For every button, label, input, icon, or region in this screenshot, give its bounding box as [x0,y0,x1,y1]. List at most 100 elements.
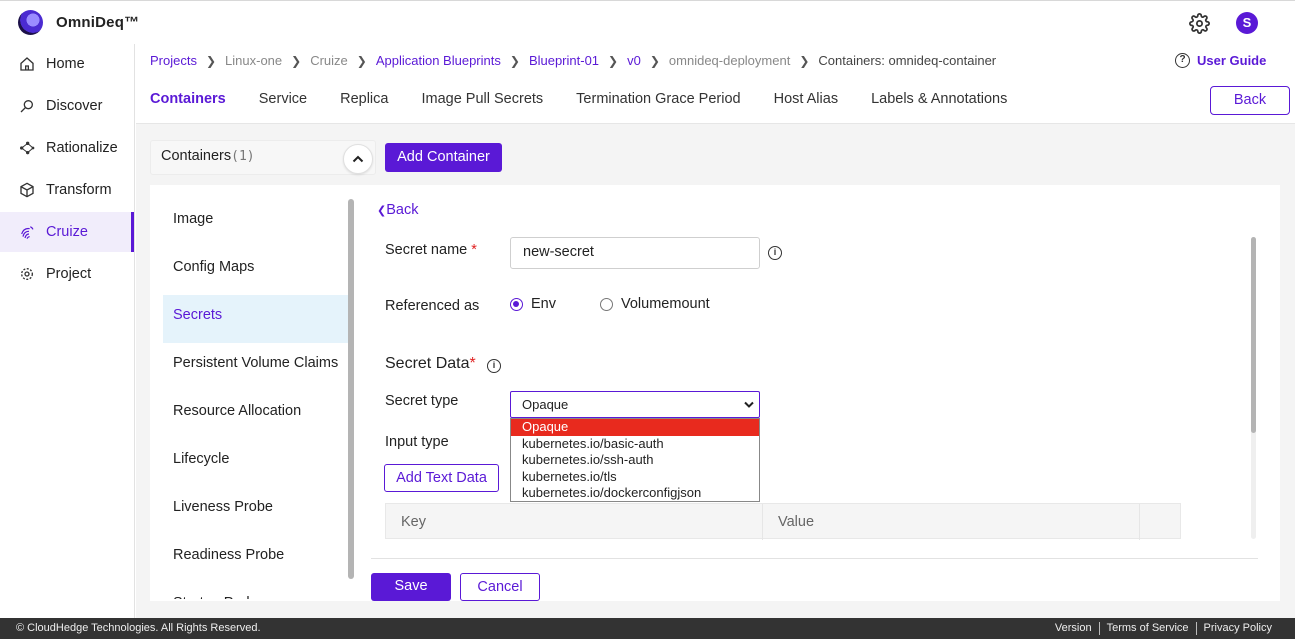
settings-gear-icon[interactable] [1189,13,1210,34]
list-item-secrets[interactable]: Secrets [163,295,349,343]
containers-label: Containers [161,148,232,164]
sidebar-item-label: Project [46,266,92,282]
back-button[interactable]: Back [1210,86,1290,115]
gear-icon [21,268,33,280]
sidebar: Home Discover Rationalize Transform Crui… [0,44,135,618]
dropdown-option-tls[interactable]: kubernetes.io/tls [511,469,759,486]
form-back-label: Back [386,202,419,218]
column-header-key: Key [386,504,763,540]
dropdown-option-basic-auth[interactable]: kubernetes.io/basic-auth [511,436,759,453]
tab-image-pull-secrets[interactable]: Image Pull Secrets [421,91,543,115]
tab-bar: Containers Service Replica Image Pull Se… [150,91,1040,115]
env-radio[interactable] [510,298,523,311]
breadcrumb-version[interactable]: v0 [627,53,641,68]
sidebar-item-label: Home [46,56,85,72]
list-item-readiness-probe[interactable]: Readiness Probe [163,535,349,583]
tab-containers[interactable]: Containers [150,91,226,115]
secret-type-label: Secret type [385,393,459,409]
secret-type-select[interactable]: Opaque [510,391,760,418]
dropdown-option-ssh-auth[interactable]: kubernetes.io/ssh-auth [511,452,759,469]
user-avatar[interactable]: S [1236,12,1258,34]
footer-link-privacy[interactable]: Privacy Policy [1195,622,1279,635]
sidebar-item-label: Cruize [46,224,88,240]
sidebar-item-discover[interactable]: Discover [0,86,134,126]
chevron-right-icon: ❯ [799,53,810,68]
brand-name: OmniDeq™ [56,14,140,31]
list-scrollbar[interactable] [348,199,354,579]
form-back-link[interactable]: ❮Back [377,202,418,218]
info-icon[interactable]: i [487,359,501,373]
sidebar-item-home[interactable]: Home [0,44,134,84]
copyright-text: © CloudHedge Technologies. All Rights Re… [16,622,261,634]
referenced-as-label: Referenced as [385,298,480,314]
env-radio-label: Env [531,296,556,312]
column-header-value: Value [763,504,1140,540]
chevron-down-icon [744,401,754,408]
form-scrollbar[interactable] [1251,237,1256,433]
chevron-right-icon: ❯ [356,53,367,68]
cancel-button[interactable]: Cancel [460,573,540,601]
required-marker: * [471,242,477,258]
list-item-persistent-volume-claims[interactable]: Persistent Volume Claims [163,343,349,391]
breadcrumb-linux-one: Linux-one [225,53,283,68]
omnideq-logo-icon [18,10,43,35]
input-type-label: Input type [385,434,449,450]
breadcrumb-blueprint[interactable]: Blueprint-01 [529,53,599,68]
containers-count: (1) [231,149,255,164]
tab-replica[interactable]: Replica [340,91,388,115]
sidebar-item-cruize[interactable]: Cruize [0,212,134,252]
breadcrumb-projects[interactable]: Projects [150,53,197,68]
user-guide-link[interactable]: ? User Guide [1175,53,1266,68]
divider [371,558,1258,559]
sidebar-item-rationalize[interactable]: Rationalize [0,128,134,168]
dropdown-option-dockerconfigjson[interactable]: kubernetes.io/dockerconfigjson [511,485,759,502]
secret-data-heading: Secret Data* [385,355,476,373]
tab-service[interactable]: Service [259,91,307,115]
tab-labels-annotations[interactable]: Labels & Annotations [871,91,1007,115]
column-header-actions [1140,504,1180,540]
breadcrumb-deployment: omnideq-deployment [668,53,791,68]
key-value-table-header: Key Value [385,503,1181,540]
list-item-startup-probe[interactable]: Startup Probe [163,583,349,599]
list-item-resource-allocation[interactable]: Resource Allocation [163,391,349,439]
sidebar-item-label: Discover [46,98,103,114]
volumemount-radio[interactable] [600,298,613,311]
footer: © CloudHedge Technologies. All Rights Re… [0,618,1295,639]
breadcrumb-application-blueprints[interactable]: Application Blueprints [376,53,501,68]
collapse-button[interactable] [343,144,373,174]
secret-type-value: Opaque [522,397,569,412]
breadcrumb-cruize: Cruize [310,53,348,68]
add-container-button[interactable]: Add Container [385,143,502,172]
footer-links: Version Terms of Service Privacy Policy [1048,618,1279,635]
sidebar-item-label: Transform [46,182,112,198]
sidebar-item-label: Rationalize [46,140,118,156]
secret-name-input[interactable]: new-secret [510,237,760,269]
list-item-image[interactable]: Image [163,199,349,247]
search-icon [20,100,33,113]
list-item-lifecycle[interactable]: Lifecycle [163,439,349,487]
chevron-right-icon: ❯ [649,53,660,68]
app-root: OmniDeq™ S Home Discover Rationalize Tra… [0,0,1295,639]
network-icon [20,141,35,155]
footer-link-terms[interactable]: Terms of Service [1098,622,1196,635]
add-text-data-button[interactable]: Add Text Data [384,464,499,492]
list-item-liveness-probe[interactable]: Liveness Probe [163,487,349,535]
tab-termination-grace-period[interactable]: Termination Grace Period [576,91,740,115]
required-marker: * [469,355,476,372]
fingerprint-icon [21,226,34,239]
container-section-list: Image Config Maps Secrets Persistent Vol… [163,199,349,599]
save-button[interactable]: Save [371,573,451,601]
volumemount-radio-label: Volumemount [621,296,710,312]
dropdown-option-opaque[interactable]: Opaque [511,419,759,436]
footer-link-version[interactable]: Version [1048,622,1099,635]
info-icon[interactable]: i [768,246,782,260]
secret-type-dropdown: Opaque kubernetes.io/basic-auth kubernet… [510,418,760,502]
sidebar-item-project[interactable]: Project [0,254,134,294]
user-guide-label: User Guide [1197,53,1267,68]
cube-icon [20,182,34,198]
chevron-right-icon: ❯ [205,53,217,68]
breadcrumb: Projects ❯ Linux-one ❯ Cruize ❯ Application… [150,53,996,68]
sidebar-item-transform[interactable]: Transform [0,170,134,210]
tab-host-alias[interactable]: Host Alias [774,91,838,115]
list-item-config-maps[interactable]: Config Maps [163,247,349,295]
